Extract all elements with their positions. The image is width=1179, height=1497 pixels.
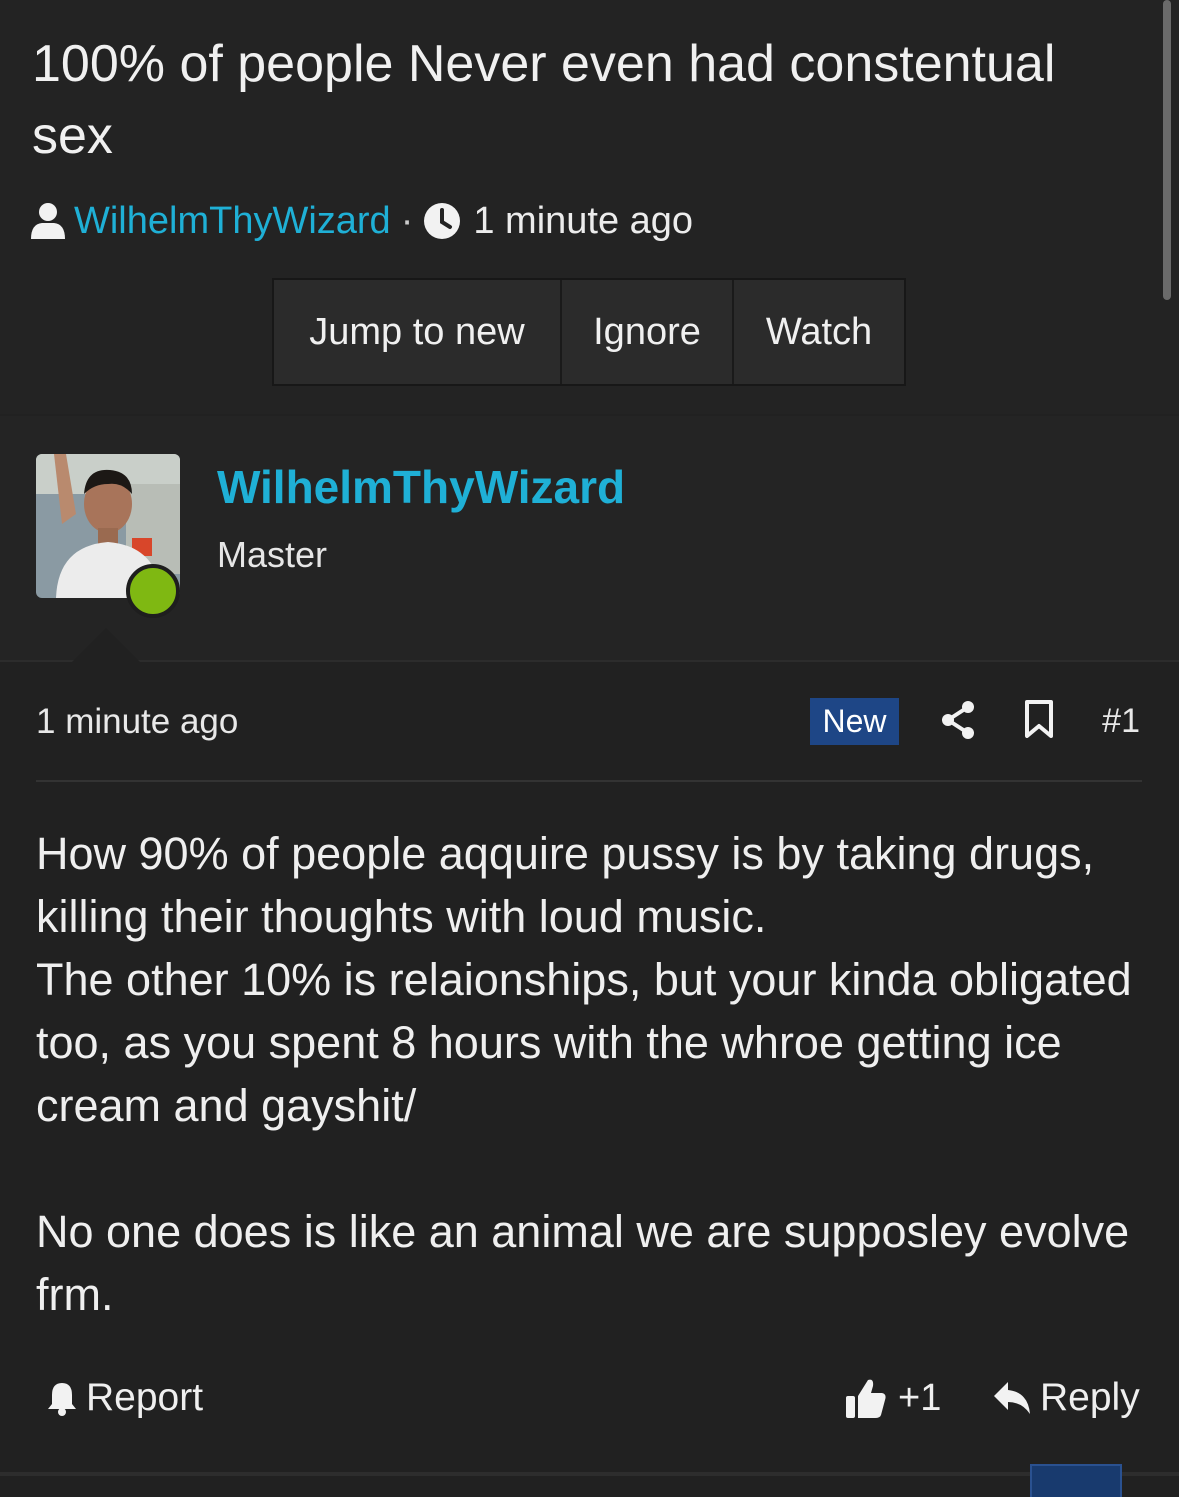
- report-label: Report: [86, 1376, 204, 1419]
- scroll-to-top-button[interactable]: [1030, 1464, 1122, 1497]
- thread-meta: WilhelmThyWizard · 1 minute ago: [30, 196, 693, 246]
- user-icon: [31, 203, 65, 239]
- ignore-button[interactable]: Ignore: [562, 280, 734, 384]
- online-status-indicator: [126, 564, 180, 618]
- thumbs-up-icon: [846, 1379, 886, 1418]
- watch-button[interactable]: Watch: [734, 280, 904, 384]
- reply-button[interactable]: Reply: [992, 1376, 1140, 1420]
- thread-header: 100% of people Never even had constentua…: [0, 0, 1179, 414]
- thread-title: 100% of people Never even had constentua…: [32, 35, 1056, 165]
- post-username[interactable]: WilhelmThyWizard: [217, 460, 625, 514]
- thread-time: 1 minute ago: [473, 199, 694, 242]
- post-user-panel: WilhelmThyWizard Master: [0, 416, 1179, 662]
- post-meta: 1 minute ago New #1: [36, 698, 1142, 748]
- share-icon[interactable]: [940, 700, 976, 740]
- reply-label: Reply: [1040, 1376, 1140, 1419]
- post-body: How 90% of people aqquire pussy is by ta…: [36, 828, 1132, 1320]
- bell-icon: [48, 1383, 76, 1416]
- post-number-link[interactable]: #1: [1102, 702, 1140, 741]
- reply-icon: [994, 1382, 1030, 1414]
- like-button[interactable]: +1: [844, 1376, 941, 1420]
- jump-to-new-button[interactable]: Jump to new: [274, 280, 562, 384]
- scrollbar[interactable]: [1163, 0, 1171, 300]
- bookmark-icon[interactable]: [1024, 700, 1054, 738]
- meta-separator: ·: [400, 199, 414, 242]
- thread-author-link[interactable]: WilhelmThyWizard: [74, 200, 391, 243]
- report-button[interactable]: Report: [46, 1376, 203, 1420]
- clock-icon: [424, 203, 461, 239]
- user-title: Master: [217, 534, 328, 575]
- post-actions: Report +1 Reply: [0, 1372, 1179, 1432]
- post-separator: [0, 1472, 1179, 1476]
- post-time[interactable]: 1 minute ago: [36, 702, 238, 742]
- thread-action-buttons: Jump to new Ignore Watch: [272, 278, 906, 386]
- new-badge: New: [810, 698, 899, 745]
- post-divider: [36, 780, 1142, 782]
- message-pointer: [72, 628, 140, 662]
- reaction-count: +1: [898, 1376, 942, 1419]
